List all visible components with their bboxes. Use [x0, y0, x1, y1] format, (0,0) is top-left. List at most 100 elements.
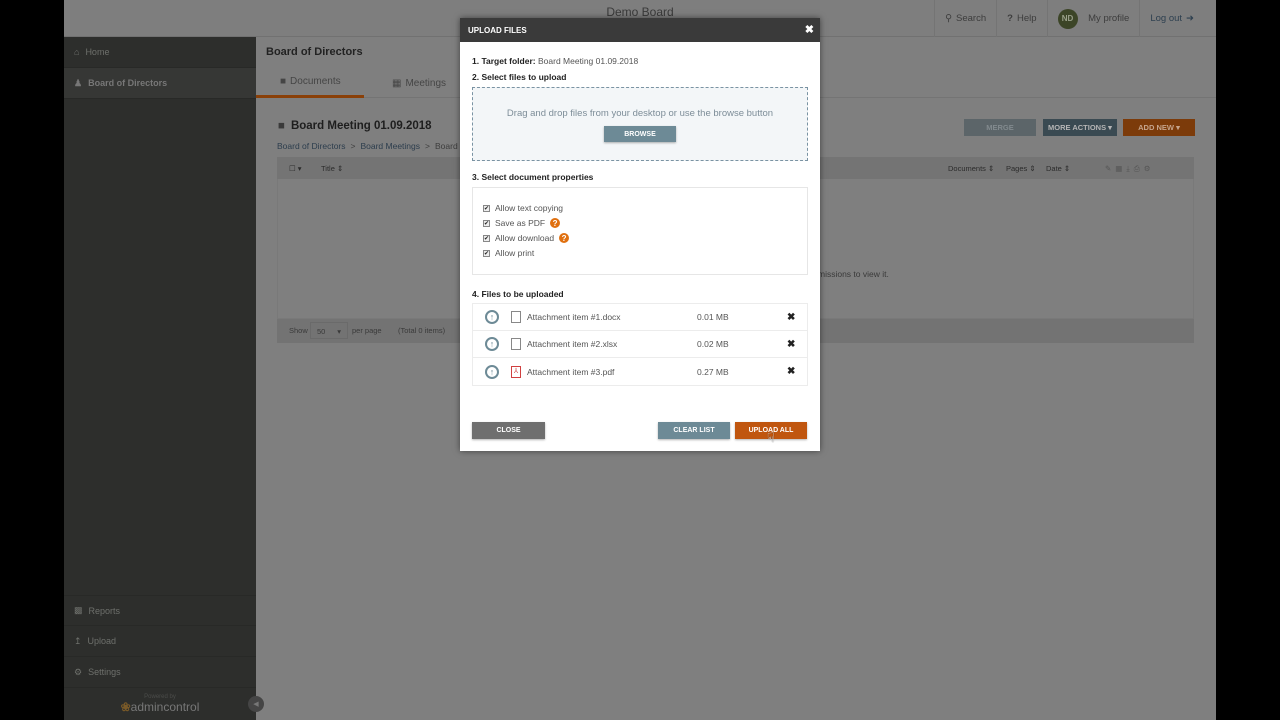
sidebar-item-label: Reports	[88, 605, 121, 616]
allow-print-checkbox[interactable]: ✔ Allow print	[483, 248, 534, 258]
more-actions-label: MORE ACTIONS	[1048, 123, 1107, 132]
upload-icon[interactable]: ↑	[485, 337, 499, 351]
dialog-title: UPLOAD FILES	[468, 25, 527, 35]
file-size: 0.27 MB	[697, 366, 729, 377]
avatar: ND	[1057, 8, 1078, 29]
users-icon: ♟	[74, 77, 83, 88]
file-size: 0.02 MB	[697, 339, 729, 349]
gear-icon[interactable]: ⚙	[1144, 164, 1155, 173]
step4-label: 4. Files to be uploaded	[472, 289, 564, 299]
allow-download-checkbox[interactable]: ✔ Allow download?	[483, 233, 570, 243]
target-folder: 1. Target folder: Board Meeting 01.09.20…	[472, 56, 638, 66]
sidebar: ⌂ Home ♟ Board of Directors ▩ Reports ↥ Uplo…	[64, 37, 264, 720]
sidebar-item-label: Settings	[88, 667, 121, 677]
document-properties: ✔ Allow text copying ✔ Save as PDF? ✔ Allow…	[472, 187, 808, 275]
tab-meetings[interactable]: ▦ Meetings	[392, 68, 446, 98]
search-icon: ⚲	[945, 13, 953, 24]
close-button[interactable]: CLOSE	[472, 422, 545, 439]
more-actions-button[interactable]: MORE ACTIONS ▾	[1043, 119, 1117, 136]
target-folder-value: Board Meeting 01.09.2018	[537, 56, 639, 66]
column-documents[interactable]: Documents ⇕	[948, 164, 994, 173]
tab-documents[interactable]: ■ Documents	[256, 68, 364, 98]
sidebar-item-board-of-directors[interactable]: ♟ Board of Directors	[64, 68, 256, 99]
list-item: ↑ Attachment item #2.xlsx 0.02 MB ✖	[473, 331, 807, 358]
show-label: Show	[289, 326, 308, 335]
step2-label: 2. Select files to upload	[472, 72, 566, 82]
clear-list-button[interactable]: CLEAR LIST	[658, 422, 730, 439]
help-icon[interactable]: ?	[559, 233, 570, 243]
help-icon[interactable]: ?	[550, 218, 561, 228]
file-icon	[511, 338, 521, 350]
file-name: Attachment item #3.pdf	[527, 366, 615, 377]
drop-zone-text: Drag and drop files from your desktop or…	[506, 108, 774, 119]
checkbox[interactable]: ✔	[483, 249, 490, 257]
print-icon[interactable]: ⎙	[1134, 164, 1144, 173]
sidebar-item-reports[interactable]: ▩ Reports	[64, 595, 256, 626]
upload-icon[interactable]: ↑	[485, 310, 499, 324]
tab-label: Meetings	[405, 77, 447, 89]
logout-icon: ➜	[1186, 13, 1194, 24]
logout-label: Log out	[1150, 13, 1183, 24]
search-link[interactable]: ⚲ Search	[934, 0, 996, 37]
upload-icon: ↥	[74, 635, 82, 646]
upload-icon[interactable]: ↑	[485, 364, 499, 379]
mouse-cursor-icon: ☟	[767, 430, 775, 445]
checkbox-label: Allow download	[495, 233, 555, 243]
add-new-button[interactable]: ADD NEW ▾	[1123, 119, 1195, 136]
profile-link[interactable]: ND My profile	[1046, 0, 1140, 37]
select-all-checkbox[interactable]: ☐ ▾	[289, 164, 302, 173]
folder-title: ■ Board Meeting 01.09.2018	[278, 120, 432, 132]
upload-files-dialog: UPLOAD FILES ✖ 1. Target folder: Board Me…	[460, 18, 820, 451]
empty-message: missions to view it.	[818, 269, 889, 279]
sidebar-bottom: ▩ Reports ↥ Upload ⚙ Settings Powered by ❀a…	[64, 595, 264, 720]
remove-file-icon[interactable]: ✖	[787, 312, 795, 323]
checkbox[interactable]: ✔	[483, 234, 490, 242]
logout-link[interactable]: Log out ➜	[1139, 0, 1204, 37]
sidebar-item-home[interactable]: ⌂ Home	[64, 37, 256, 68]
column-pages[interactable]: Pages ⇕	[1006, 164, 1036, 173]
download-icon[interactable]: ⤓	[1126, 164, 1133, 173]
step2-text: 2. Select files to upload	[472, 72, 567, 82]
checkbox[interactable]: ✔	[483, 219, 490, 227]
per-page-label: per page	[352, 326, 382, 335]
remove-file-icon[interactable]: ✖	[787, 339, 795, 350]
file-list: ↑ Attachment item #1.docx 0.01 MB ✖ ↑ Attach…	[472, 303, 808, 386]
step3-label: 3. Select document properties	[472, 172, 593, 182]
checkbox-label: Save as PDF	[495, 218, 546, 228]
drop-zone[interactable]: Drag and drop files from your desktop or…	[472, 87, 808, 161]
file-icon	[511, 311, 521, 323]
step3-text: 3. Select document properties	[472, 172, 594, 182]
sidebar-item-upload[interactable]: ↥ Upload	[64, 626, 256, 657]
profile-label: My profile	[1088, 13, 1130, 24]
calendar-icon[interactable]: ▦	[1115, 164, 1126, 173]
allow-text-copying-checkbox[interactable]: ✔ Allow text copying	[483, 203, 563, 213]
pdf-icon: ⅄	[511, 365, 521, 378]
column-title[interactable]: Title ⇕	[321, 164, 343, 173]
breadcrumb: Board of Directors > Board Meetings > Boar…	[277, 141, 467, 151]
edit-icon[interactable]: ✎	[1105, 164, 1115, 173]
help-link[interactable]: ? Help	[996, 0, 1046, 37]
browse-button[interactable]: BROWSE	[604, 126, 676, 142]
brand-logo: ❀admincontrol	[120, 700, 200, 714]
close-icon[interactable]: ✖	[805, 23, 814, 36]
breadcrumb-link[interactable]: Board Meetings	[360, 141, 420, 151]
sidebar-item-settings[interactable]: ⚙ Settings	[64, 657, 256, 688]
breadcrumb-link[interactable]: Board of Directors	[277, 141, 346, 151]
file-size: 0.01 MB	[697, 312, 729, 322]
target-folder-label: 1. Target folder:	[472, 56, 536, 66]
column-date[interactable]: Date ⇕	[1046, 164, 1070, 173]
dialog-header: UPLOAD FILES ✖	[460, 18, 820, 42]
breadcrumb-separator: >	[425, 141, 430, 151]
sidebar-item-label: Home	[85, 47, 110, 57]
collapse-sidebar-button[interactable]: ◀	[248, 696, 264, 712]
checkbox[interactable]: ✔	[483, 204, 490, 212]
remove-file-icon[interactable]: ✖	[787, 366, 795, 377]
checkbox-label: Allow text copying	[495, 203, 564, 213]
merge-button[interactable]: MERGE	[964, 119, 1036, 136]
home-icon: ⌂	[74, 47, 80, 57]
total-count: (Total 0 items)	[398, 326, 446, 335]
per-page-select[interactable]: 50 ▾	[310, 322, 348, 339]
table-action-icons: ✎▦⤓⎙⚙	[1105, 164, 1154, 174]
step4-text: 4. Files to be uploaded	[472, 289, 564, 299]
save-as-pdf-checkbox[interactable]: ✔ Save as PDF?	[483, 218, 561, 228]
